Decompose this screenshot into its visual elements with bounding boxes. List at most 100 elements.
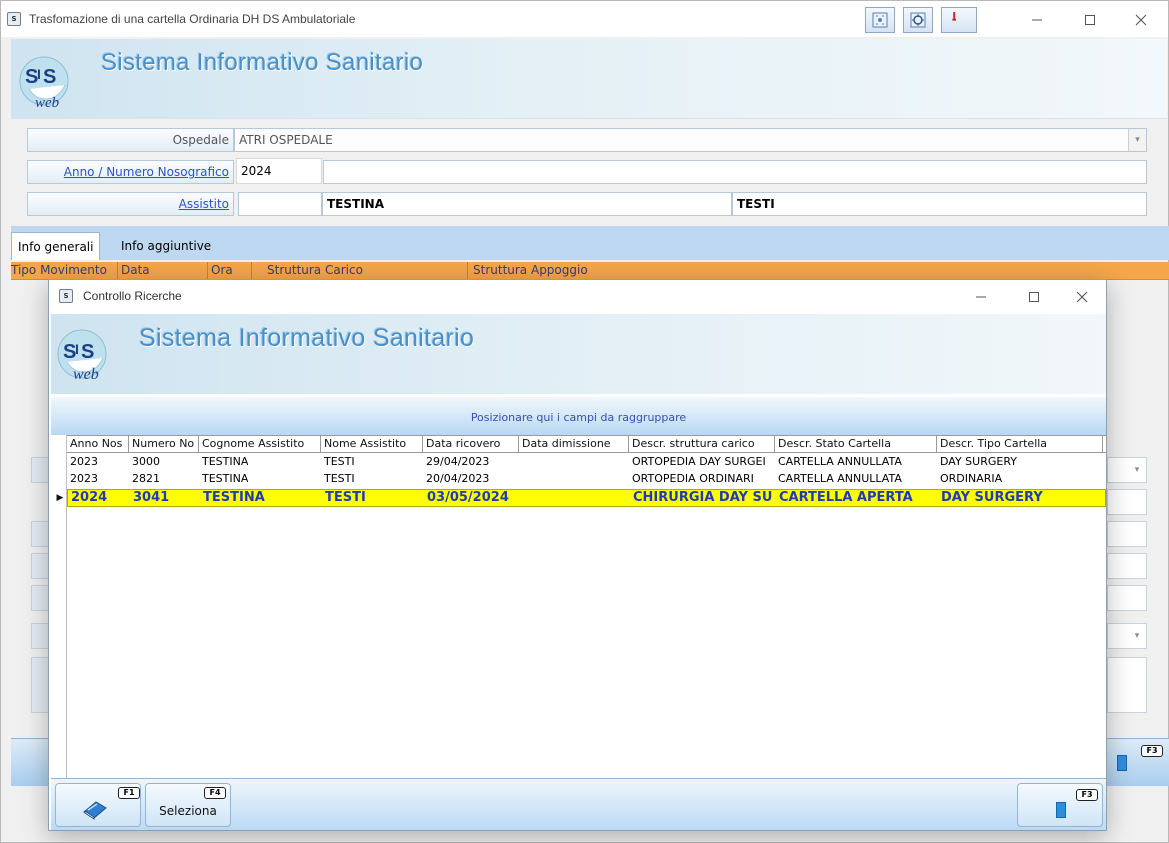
cell-data-dimissione bbox=[520, 490, 523, 507]
cell-struttura-carico: ORTOPEDIA DAY SURGEI bbox=[632, 455, 766, 468]
chevron-down-icon[interactable]: ▾ bbox=[1128, 624, 1146, 648]
assistito-label[interactable]: Assistito bbox=[27, 192, 234, 216]
group-by-area[interactable]: Posizionare qui i campi da raggruppare bbox=[51, 397, 1106, 435]
close-icon bbox=[1135, 14, 1147, 26]
dialog-brand-title: Sistema Informativo Sanitario bbox=[139, 324, 475, 352]
col-struttura-appoggio[interactable]: Struttura Appoggio bbox=[473, 263, 588, 277]
cell-cognome: TESTINA bbox=[203, 490, 265, 505]
row-indicator-column bbox=[51, 435, 67, 778]
col-data-dimissione[interactable]: Data dimissione bbox=[519, 436, 629, 453]
maximize-button[interactable] bbox=[1068, 9, 1112, 31]
hidden-select-6[interactable]: ▾ bbox=[1107, 623, 1147, 649]
svg-text:S: S bbox=[81, 341, 94, 363]
col-struttura-carico[interactable]: Struttura Carico bbox=[267, 263, 363, 277]
ospedale-value: ATRI OSPEDALE bbox=[239, 133, 333, 147]
col-descr-tipo-cartella[interactable]: Descr. Tipo Cartella bbox=[937, 436, 1103, 453]
col-descr-struttura-carico[interactable]: Descr. struttura carico bbox=[629, 436, 775, 453]
logo-web-text: web bbox=[73, 366, 99, 383]
col-tipo-movimento[interactable]: Tipo Movimento bbox=[11, 263, 107, 277]
cell-tipo-cartella: ORDINARIA bbox=[940, 472, 1003, 485]
table-row[interactable]: 2023 2821 TESTINA TESTI 20/04/2023 ORTOP… bbox=[67, 471, 1106, 488]
col-ora[interactable]: Ora bbox=[211, 263, 233, 277]
controllo-ricerche-dialog: S Controllo Ricerche S I S web Sistema I… bbox=[48, 279, 1107, 831]
logo-web-text: web bbox=[35, 95, 60, 111]
dialog-close-button[interactable] bbox=[1060, 286, 1104, 308]
cell-nome: TESTI bbox=[324, 472, 355, 485]
assistito-code-field[interactable] bbox=[238, 192, 322, 216]
help-button[interactable]: F1 bbox=[55, 783, 141, 827]
col-anno-nos[interactable]: Anno Nos bbox=[67, 436, 129, 453]
ospedale-select[interactable]: ATRI OSPEDALE ▾ bbox=[234, 128, 1147, 152]
cell-nome: TESTI bbox=[324, 455, 355, 468]
minimize-icon bbox=[976, 296, 986, 298]
dialog-title: Controllo Ricerche bbox=[83, 289, 182, 303]
table-row[interactable]: 2023 3000 TESTINA TESTI 29/04/2023 ORTOP… bbox=[67, 454, 1106, 471]
grid-tool-button[interactable] bbox=[865, 7, 895, 33]
dialog-banner: S I S web Sistema Informativo Sanitario bbox=[51, 314, 1106, 394]
cell-anno: 2023 bbox=[70, 472, 98, 485]
cognome-field: TESTINA bbox=[322, 192, 732, 216]
dialog-minimize-button[interactable] bbox=[959, 286, 1003, 308]
col-numero-no[interactable]: Numero No bbox=[129, 436, 199, 453]
info-tool-button[interactable] bbox=[941, 7, 977, 33]
f3-key-badge[interactable]: F3 bbox=[1141, 745, 1163, 757]
tab-info-aggiuntive[interactable]: Info aggiuntive bbox=[115, 232, 217, 260]
cell-struttura-carico: ORTOPEDIA ORDINARI bbox=[632, 472, 754, 485]
document-icon bbox=[1056, 802, 1066, 818]
ospedale-label: Ospedale bbox=[27, 128, 234, 152]
f4-key-badge: F4 bbox=[204, 787, 226, 799]
anno-input[interactable]: 2024 bbox=[236, 158, 322, 184]
maximize-icon bbox=[1029, 292, 1039, 302]
hidden-textarea-7[interactable] bbox=[1107, 657, 1147, 713]
maximize-icon bbox=[1085, 15, 1095, 25]
col-data[interactable]: Data bbox=[121, 263, 150, 277]
minimize-button[interactable] bbox=[1015, 9, 1059, 31]
hidden-field-5[interactable] bbox=[1107, 585, 1147, 611]
cell-data-ricovero: 03/05/2024 bbox=[427, 490, 509, 505]
col-cognome-assistito[interactable]: Cognome Assistito bbox=[199, 436, 321, 453]
dialog-maximize-button[interactable] bbox=[1012, 286, 1056, 308]
book-icon bbox=[83, 801, 107, 820]
cell-anno: 2023 bbox=[70, 455, 98, 468]
chevron-down-icon[interactable]: ▾ bbox=[1128, 458, 1146, 482]
refresh-icon bbox=[910, 12, 926, 28]
col-nome-assistito[interactable]: Nome Assistito bbox=[321, 436, 423, 453]
seleziona-button[interactable]: F4 Seleziona bbox=[145, 783, 231, 827]
hidden-select-1[interactable]: ▾ bbox=[1107, 457, 1147, 483]
tab-info-generali[interactable]: Info generali bbox=[11, 232, 101, 260]
app-icon: S bbox=[7, 12, 21, 26]
cell-data-ricovero: 29/04/2023 bbox=[426, 455, 490, 468]
col-descr-stato-cartella[interactable]: Descr. Stato Cartella bbox=[775, 436, 937, 453]
col-data-ricovero[interactable]: Data ricovero bbox=[423, 436, 519, 453]
movimenti-grid-header: Tipo Movimento Data Ora Struttura Carico… bbox=[11, 262, 1169, 280]
document-icon bbox=[1117, 755, 1127, 771]
table-row-selected[interactable]: 2024 3041 TESTINA TESTI 03/05/2024 CHIRU… bbox=[67, 489, 1106, 507]
app-icon: S bbox=[59, 289, 73, 303]
cell-data-dimissione bbox=[519, 454, 522, 471]
refresh-tool-button[interactable] bbox=[903, 7, 933, 33]
minimize-icon bbox=[1032, 19, 1042, 21]
f3-button[interactable]: F3 bbox=[1017, 783, 1103, 827]
anno-numero-link[interactable]: Anno / Numero Nosografico bbox=[64, 165, 229, 179]
close-icon bbox=[1076, 291, 1088, 303]
chevron-down-icon[interactable]: ▾ bbox=[1128, 129, 1146, 151]
cell-cognome: TESTINA bbox=[202, 455, 249, 468]
main-brand-title: Sistema Informativo Sanitario bbox=[101, 49, 424, 76]
dialog-footer: F1 F4 Seleziona F3 bbox=[51, 778, 1106, 830]
numero-input[interactable] bbox=[323, 160, 1147, 184]
hidden-field-4[interactable] bbox=[1107, 553, 1147, 579]
close-button[interactable] bbox=[1119, 9, 1163, 31]
cell-anno: 2024 bbox=[71, 490, 108, 505]
hidden-field-3[interactable] bbox=[1107, 521, 1147, 547]
cell-numero: 3000 bbox=[132, 455, 160, 468]
assistito-link[interactable]: Assistito bbox=[179, 197, 229, 211]
cell-data-ricovero: 20/04/2023 bbox=[426, 472, 490, 485]
svg-text:I: I bbox=[75, 341, 79, 357]
results-grid-header: Anno Nos Numero No Cognome Assistito Nom… bbox=[67, 435, 1106, 453]
cell-tipo-cartella: DAY SURGERY bbox=[940, 455, 1017, 468]
cell-numero: 3041 bbox=[133, 490, 170, 505]
anno-numero-label[interactable]: Anno / Numero Nosografico bbox=[27, 160, 234, 184]
cell-stato-cartella: CARTELLA APERTA bbox=[779, 490, 913, 505]
svg-text:I: I bbox=[37, 66, 41, 82]
hidden-field-2[interactable] bbox=[1107, 489, 1147, 515]
